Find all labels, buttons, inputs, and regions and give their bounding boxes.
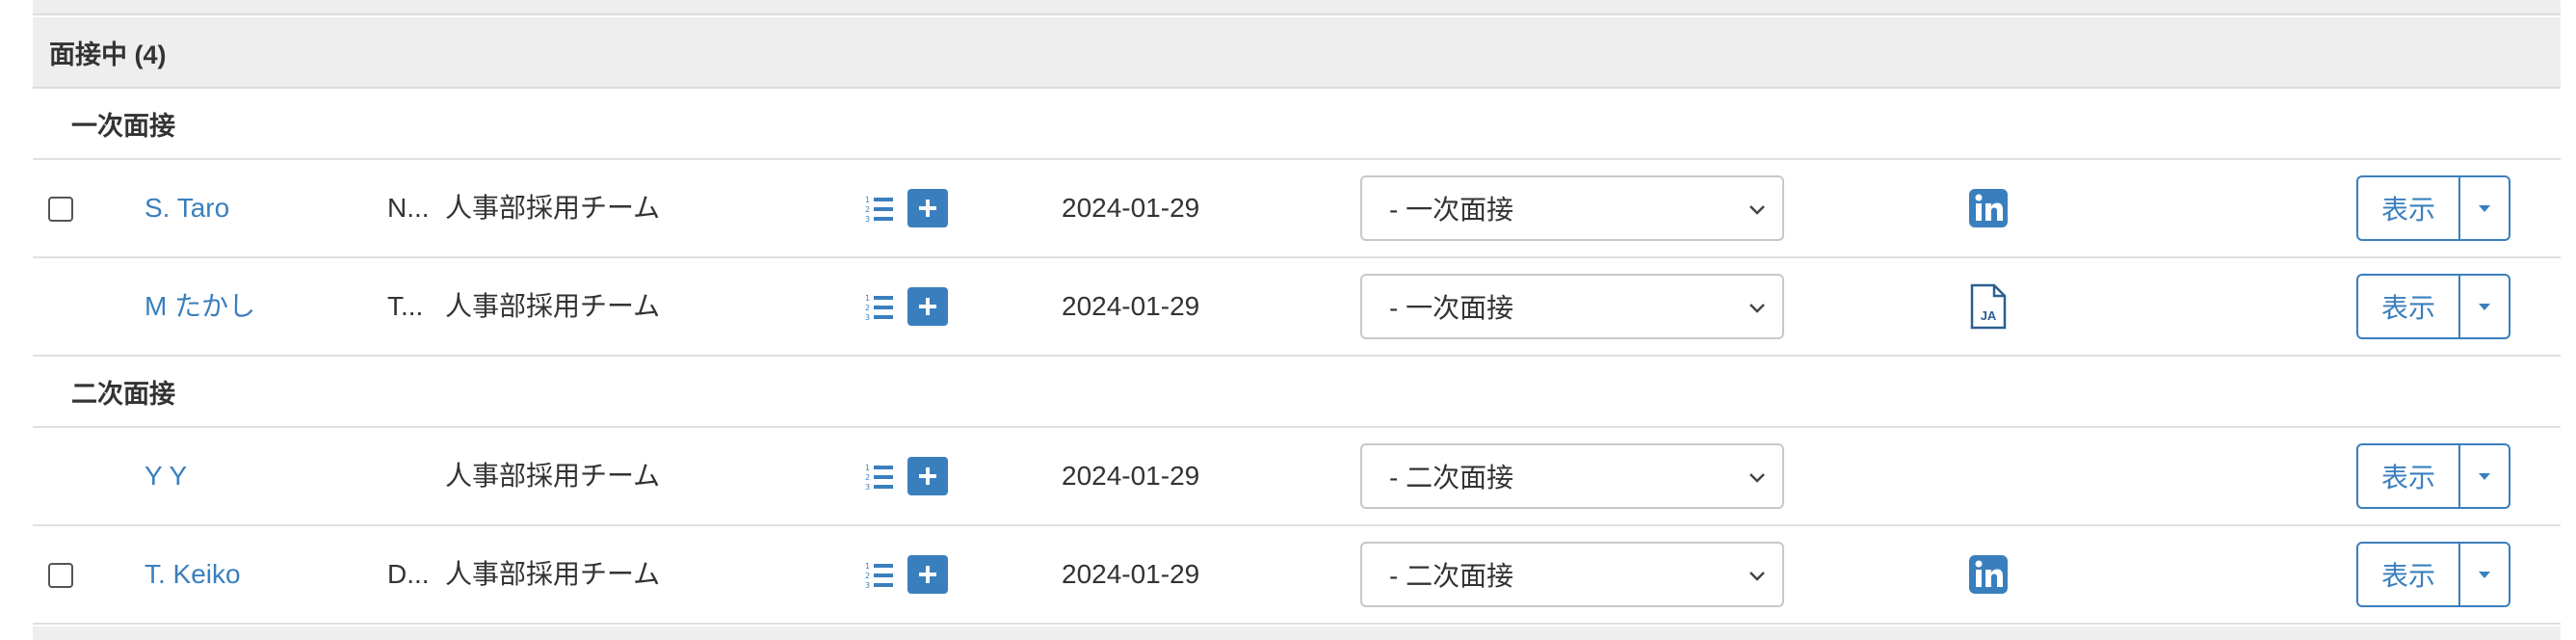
view-button-group: 表示: [2356, 542, 2510, 607]
svg-text:2: 2: [865, 473, 870, 482]
linkedin-icon[interactable]: [1969, 555, 2008, 594]
team-name: 人事部採用チーム: [445, 461, 661, 491]
candidate-row: M たかし T... 人事部採用チーム 1 2 3 2024-01-29 - 一…: [33, 258, 2561, 357]
view-button[interactable]: 表示: [2358, 445, 2460, 507]
svg-text:2: 2: [865, 205, 870, 214]
chevron-down-icon: [1749, 205, 1765, 215]
caret-down-icon: [2479, 473, 2490, 480]
ordered-list-icon[interactable]: 1 2 3: [865, 463, 894, 492]
candidate-row: Y Y 人事部採用チーム 1 2 3 2024-01-29 - 二次面接 表示: [33, 428, 2561, 526]
view-dropdown-toggle[interactable]: [2460, 177, 2509, 239]
svg-text:1: 1: [865, 464, 870, 472]
view-dropdown-toggle[interactable]: [2460, 445, 2509, 507]
team-name: 人事部採用チーム: [445, 559, 661, 589]
chevron-down-icon: [1749, 304, 1765, 313]
candidate-meta: D...: [387, 559, 430, 589]
svg-text:3: 3: [865, 313, 870, 322]
svg-text:3: 3: [865, 215, 870, 224]
svg-text:2: 2: [865, 572, 870, 580]
stage-select[interactable]: - 二次面接: [1360, 542, 1784, 607]
caret-down-icon: [2479, 572, 2490, 578]
stage-select[interactable]: - 一次面接: [1360, 274, 1784, 339]
row-checkbox[interactable]: [48, 197, 73, 222]
svg-text:1: 1: [865, 562, 870, 571]
stage-select-value: - 一次面接: [1389, 293, 1514, 323]
stage-label: 一次面接: [71, 111, 175, 141]
view-dropdown-toggle[interactable]: [2460, 544, 2509, 605]
group-header: 面接中 (4): [33, 17, 2561, 89]
candidate-name-link[interactable]: Y Y: [145, 428, 187, 524]
ordered-list-icon[interactable]: 1 2 3: [865, 195, 894, 224]
svg-text:3: 3: [865, 581, 870, 590]
plus-icon: [919, 566, 936, 583]
view-button[interactable]: 表示: [2358, 276, 2460, 337]
candidate-row: S. Taro N... 人事部採用チーム 1 2 3 2024-01-29 -…: [33, 160, 2561, 258]
view-button[interactable]: 表示: [2358, 177, 2460, 239]
add-button[interactable]: [907, 457, 948, 495]
candidate-name-link[interactable]: M たかし: [145, 258, 255, 355]
stage-select-value: - 一次面接: [1389, 195, 1514, 225]
stage-header-second: 二次面接: [33, 357, 2561, 428]
svg-text:2: 2: [865, 304, 870, 312]
candidate-meta: T...: [387, 291, 424, 321]
candidate-list: 面接中 (4) 一次面接 S. Taro N... 人事部採用チーム 1 2 3…: [0, 0, 2576, 640]
view-button-group: 表示: [2356, 443, 2510, 509]
view-button-group: 表示: [2356, 175, 2510, 241]
row-checkbox[interactable]: [48, 563, 73, 588]
interview-date: 2024-01-29: [1062, 461, 1200, 491]
ordered-list-icon[interactable]: 1 2 3: [865, 561, 894, 590]
view-dropdown-toggle[interactable]: [2460, 276, 2509, 337]
caret-down-icon: [2479, 304, 2490, 310]
plus-icon: [919, 467, 936, 485]
stage-select-value: - 二次面接: [1389, 463, 1514, 493]
svg-text:1: 1: [865, 294, 870, 303]
candidate-meta: N...: [387, 193, 430, 223]
add-button[interactable]: [907, 287, 948, 326]
svg-text:1: 1: [865, 196, 870, 204]
interview-date: 2024-01-29: [1062, 193, 1200, 223]
candidate-row: T. Keiko D... 人事部採用チーム 1 2 3 2024-01-29 …: [33, 526, 2561, 625]
chevron-down-icon: [1749, 473, 1765, 483]
candidate-name-link[interactable]: S. Taro: [145, 160, 229, 256]
ordered-list-icon[interactable]: 1 2 3: [865, 293, 894, 322]
svg-text:3: 3: [865, 483, 870, 492]
stage-header-first: 一次面接: [33, 89, 2561, 160]
stage-select-value: - 二次面接: [1389, 561, 1514, 591]
stage-label: 二次面接: [71, 379, 175, 409]
group-title: 面接中 (4): [49, 40, 167, 69]
plus-icon: [919, 200, 936, 217]
bottom-divider: [33, 627, 2561, 640]
caret-down-icon: [2479, 205, 2490, 212]
stage-select[interactable]: - 二次面接: [1360, 443, 1784, 509]
view-button[interactable]: 表示: [2358, 544, 2460, 605]
view-button-group: 表示: [2356, 274, 2510, 339]
team-name: 人事部採用チーム: [445, 291, 661, 321]
chevron-down-icon: [1749, 572, 1765, 581]
stage-select[interactable]: - 一次面接: [1360, 175, 1784, 241]
interview-date: 2024-01-29: [1062, 291, 1200, 321]
plus-icon: [919, 298, 936, 315]
add-button[interactable]: [907, 555, 948, 594]
linkedin-icon[interactable]: [1969, 189, 2008, 227]
candidate-name-link[interactable]: T. Keiko: [145, 526, 241, 623]
add-button[interactable]: [907, 189, 948, 227]
team-name: 人事部採用チーム: [445, 193, 661, 223]
top-divider: [33, 0, 2561, 15]
interview-date: 2024-01-29: [1062, 559, 1200, 589]
ja-document-label: JA: [1981, 308, 1997, 323]
ja-document-icon[interactable]: JA: [1969, 283, 2008, 330]
